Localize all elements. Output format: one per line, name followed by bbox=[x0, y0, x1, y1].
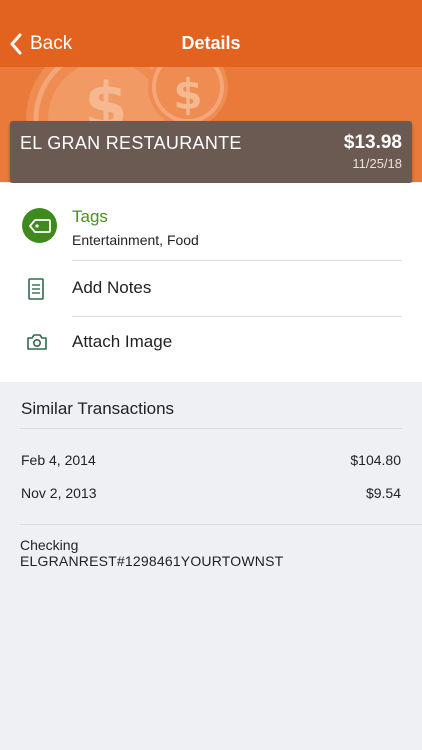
tags-value: Entertainment, Food bbox=[72, 232, 199, 248]
similar-transaction-row[interactable]: Feb 4, 2014 $104.80 bbox=[0, 446, 422, 476]
transaction-card: EL GRAN RESTAURANTE $13.98 11/25/18 bbox=[10, 121, 412, 183]
camera-icon bbox=[27, 334, 47, 350]
divider bbox=[20, 428, 402, 429]
page-title: Details bbox=[181, 33, 241, 53]
divider bbox=[20, 524, 422, 525]
account-name: Checking bbox=[20, 537, 79, 553]
add-notes-label: Add Notes bbox=[72, 278, 152, 297]
svg-text:$: $ bbox=[173, 70, 202, 119]
similar-transactions-header: Similar Transactions bbox=[0, 382, 422, 429]
similar-transaction-date: Nov 2, 2013 bbox=[21, 485, 97, 501]
transaction-amount: $13.98 bbox=[343, 132, 402, 153]
merchant-name: EL GRAN RESTAURANTE bbox=[20, 133, 242, 153]
transaction-description: ELGRANREST#1298461YOURTOWNST bbox=[20, 553, 284, 569]
similar-transactions-title: Similar Transactions bbox=[21, 399, 175, 418]
similar-transaction-amount: $9.54 bbox=[365, 485, 401, 501]
nav-bar: Back Details bbox=[0, 0, 422, 67]
tags-row[interactable]: Tags Entertainment, Food bbox=[0, 183, 422, 261]
attach-image-row[interactable]: Attach Image bbox=[0, 317, 422, 369]
actions-list: Tags Entertainment, Food Add Notes Attac… bbox=[0, 183, 422, 382]
attach-image-label: Attach Image bbox=[72, 332, 173, 351]
tags-label: Tags bbox=[72, 207, 108, 226]
tag-icon bbox=[28, 218, 51, 233]
similar-transaction-amount: $104.80 bbox=[350, 452, 401, 468]
tag-icon-badge bbox=[22, 208, 57, 243]
document-icon bbox=[28, 278, 44, 300]
add-notes-row[interactable]: Add Notes bbox=[0, 261, 422, 317]
similar-transaction-date: Feb 4, 2014 bbox=[21, 452, 96, 468]
transaction-date: 11/25/18 bbox=[352, 156, 402, 171]
similar-transaction-row[interactable]: Nov 2, 2013 $9.54 bbox=[0, 479, 422, 509]
